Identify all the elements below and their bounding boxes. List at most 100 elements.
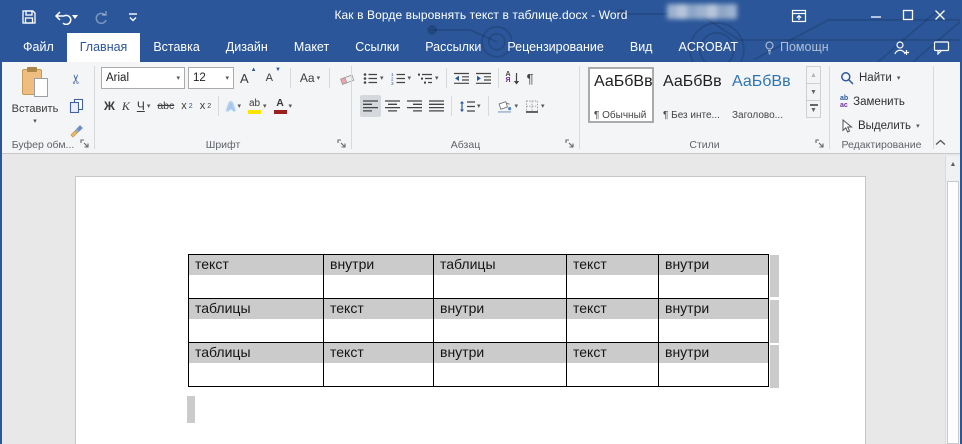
document-page[interactable]: текст внутри таблицы текст внутри таблиц… [75, 176, 866, 444]
align-left-icon [363, 100, 378, 112]
replace-button[interactable]: ab ac Заменить [840, 92, 920, 112]
table-cell[interactable]: внутри [659, 343, 769, 387]
window-controls [860, 0, 956, 30]
justify-button[interactable] [426, 95, 447, 117]
paragraph-group-label: Абзац [352, 139, 579, 151]
style-card-no-spacing[interactable]: АаБбВв ¶ Без инте... [657, 67, 723, 123]
align-center-button[interactable] [382, 95, 403, 117]
show-paragraph-marks-button[interactable]: ¶ [524, 67, 537, 89]
style-card-normal[interactable]: АаБбВв ¶ Обычный [588, 67, 654, 123]
underline-button[interactable]: Ч▾ [134, 95, 154, 117]
decrease-indent-icon [454, 72, 469, 85]
table-cell[interactable]: внутри [659, 255, 769, 299]
numbering-button[interactable]: 123 ▾ [388, 67, 415, 89]
sort-button[interactable]: АЯ [503, 67, 523, 89]
italic-button[interactable]: К [119, 95, 133, 117]
vertical-scrollbar[interactable]: ▲ [945, 156, 960, 444]
font-group-label: Шрифт [95, 139, 351, 151]
line-spacing-button[interactable]: ▾ [456, 95, 484, 117]
title-bar: Как в Ворде выровнять текст в таблице.do… [2, 0, 960, 62]
increase-indent-icon [476, 72, 491, 85]
selected-paragraph-mark [187, 396, 195, 423]
increase-indent-button[interactable] [473, 67, 494, 89]
close-button[interactable] [924, 0, 956, 30]
shading-button[interactable]: ▾ [493, 95, 522, 117]
table-cell[interactable]: таблицы [189, 343, 324, 387]
tab-review[interactable]: Рецензирование [494, 33, 617, 62]
group-clipboard: Вставить ▾ ✂ [2, 62, 94, 153]
ribbon-display-options-icon[interactable] [784, 2, 814, 30]
search-icon [840, 71, 854, 85]
font-name-combobox[interactable]: Arial▾ [101, 67, 185, 89]
paragraph-dialog-launcher-icon[interactable] [564, 138, 576, 150]
subscript-button[interactable]: x2 [178, 95, 195, 117]
table-cell[interactable]: текст [189, 255, 324, 299]
font-dialog-launcher-icon[interactable] [336, 138, 348, 150]
table-cell[interactable]: текст [567, 299, 659, 343]
decrease-indent-button[interactable] [451, 67, 472, 89]
scissors-icon: ✂ [68, 74, 84, 85]
tab-design[interactable]: Дизайн [213, 33, 281, 62]
shrink-font-button[interactable]: А▼ [263, 67, 284, 89]
clipboard-small-buttons: ✂ [64, 68, 88, 142]
minimize-button[interactable] [860, 0, 892, 30]
multilevel-list-button[interactable]: ▾ [415, 67, 442, 89]
window-title: Как в Ворде выровнять текст в таблице.do… [2, 0, 960, 30]
end-of-row-selection-mark [770, 300, 779, 343]
tab-acrobat[interactable]: ACROBAT [665, 33, 751, 62]
styles-gallery: АаБбВв ¶ Обычный АаБбВв ¶ Без инте... Аа… [588, 67, 792, 123]
lightbulb-icon [764, 41, 775, 55]
superscript-button[interactable]: x2 [197, 95, 214, 117]
bold-button[interactable]: Ж [101, 95, 118, 117]
find-button[interactable]: Найти▾ [840, 68, 920, 88]
cut-button[interactable]: ✂ [64, 68, 88, 90]
font-size-combobox[interactable]: 12▾ [188, 67, 234, 89]
maximize-button[interactable] [892, 0, 924, 30]
styles-scroll-up-icon[interactable]: ▲ [806, 66, 821, 84]
bullets-button[interactable]: ▾ [360, 67, 387, 89]
tab-file[interactable]: Файл [10, 33, 67, 62]
tab-home[interactable]: Главная [67, 33, 141, 62]
strikethrough-button[interactable]: abc [154, 95, 177, 117]
align-left-button[interactable] [360, 95, 381, 117]
table-cell[interactable]: текст [324, 299, 434, 343]
table-cell[interactable]: внутри [434, 343, 567, 387]
style-card-heading1[interactable]: АаБбВв Заголово... [726, 67, 792, 123]
table-cell[interactable]: внутри [434, 299, 567, 343]
group-font: Arial▾ 12▾ А▲ А▼ Aa▾ [95, 62, 351, 153]
grow-font-button[interactable]: А▲ [237, 67, 260, 89]
borders-button[interactable]: ▾ [522, 95, 548, 117]
tab-references[interactable]: Ссылки [342, 33, 412, 62]
share-person-icon[interactable] [893, 40, 911, 56]
editing-group-label: Редактирование [830, 139, 933, 151]
table-cell[interactable]: таблицы [434, 255, 567, 299]
collapse-ribbon-icon[interactable] [932, 135, 948, 149]
paste-button[interactable]: Вставить ▾ [10, 67, 60, 141]
align-right-icon [407, 100, 422, 112]
tab-layout[interactable]: Макет [281, 33, 342, 62]
table-cell[interactable]: таблицы [189, 299, 324, 343]
table-cell[interactable]: текст [567, 343, 659, 387]
styles-dialog-launcher-icon[interactable] [814, 138, 826, 150]
table-cell[interactable]: внутри [659, 299, 769, 343]
comment-icon[interactable] [933, 40, 950, 55]
tab-insert[interactable]: Вставка [140, 33, 212, 62]
scrollbar-up-arrow-icon[interactable]: ▲ [946, 156, 960, 173]
styles-expand-gallery-icon[interactable]: ▼ [806, 100, 821, 118]
change-case-button[interactable]: Aa▾ [297, 67, 323, 89]
tab-tell-me[interactable]: Помощн [751, 33, 842, 62]
align-right-button[interactable] [404, 95, 425, 117]
highlight-color-button[interactable]: ab ▾ [245, 95, 270, 117]
table-cell[interactable]: текст [324, 343, 434, 387]
tab-mailings[interactable]: Рассылки [412, 33, 494, 62]
scrollbar-thumb[interactable] [947, 181, 959, 444]
text-effects-button[interactable]: А▾ [223, 95, 244, 117]
clipboard-dialog-launcher-icon[interactable] [79, 138, 91, 150]
table-cell[interactable]: внутри [324, 255, 434, 299]
font-color-button[interactable]: А ▾ [271, 95, 296, 117]
table-cell[interactable]: текст [567, 255, 659, 299]
copy-button[interactable] [64, 94, 88, 116]
select-button[interactable]: Выделить▾ [840, 116, 920, 136]
styles-scroll-down-icon[interactable]: ▼ [806, 83, 821, 101]
tab-view[interactable]: Вид [617, 33, 666, 62]
